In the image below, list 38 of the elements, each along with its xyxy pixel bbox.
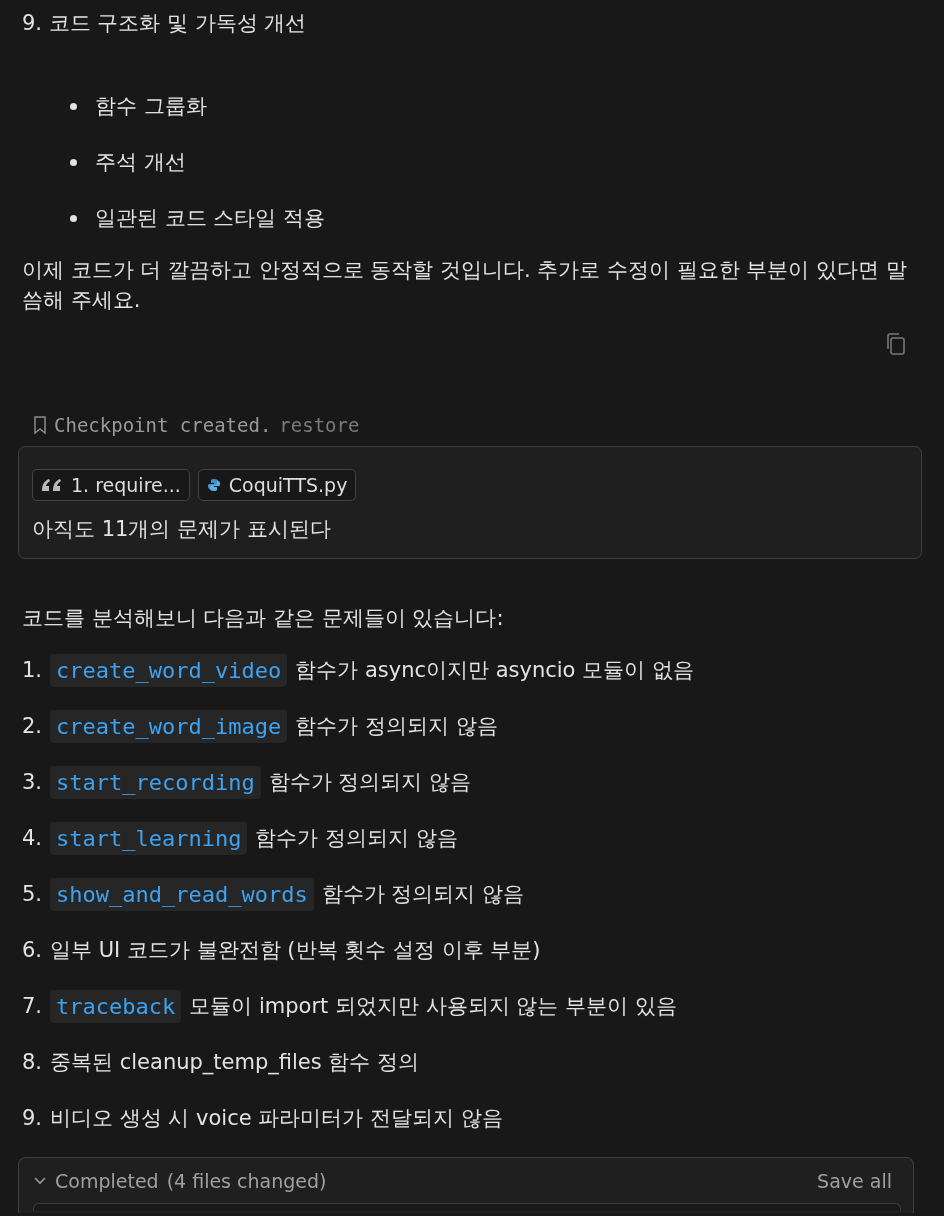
list-number: 5. bbox=[22, 880, 43, 908]
list-number: 9. bbox=[22, 1104, 43, 1132]
list-text: 함수가 정의되지 않음 bbox=[268, 768, 472, 796]
list-text: 함수가 async이지만 asyncio 모듈이 없음 bbox=[295, 656, 694, 684]
paragraph: 이제 코드가 더 깔끔하고 안정적으로 동작할 것입니다. 추가로 수정이 필요한 부분이 있다면 말씀해 주세요. bbox=[22, 257, 908, 314]
file-chip[interactable]: 1. require... bbox=[32, 468, 190, 501]
status-label: Completed bbox=[55, 1169, 159, 1194]
status-detail: (4 files changed) bbox=[166, 1169, 327, 1194]
list-item: 함수 그룹화 bbox=[95, 93, 207, 120]
list-text: 함수가 정의되지 않음 bbox=[321, 880, 525, 908]
message-text: 아직도 11개의 문제가 표시된다 bbox=[32, 516, 332, 543]
list-number: 6. bbox=[22, 936, 43, 964]
restore-link[interactable]: restore bbox=[279, 411, 360, 440]
list-text: 비디오 생성 시 voice 파라미터가 전달되지 않음 bbox=[50, 1104, 503, 1132]
list-item: 일관된 코드 스타일 적용 bbox=[95, 205, 326, 232]
list-text: 중복된 cleanup_temp_files 함수 정의 bbox=[50, 1048, 420, 1077]
list-item: 주석 개선 bbox=[95, 149, 186, 176]
list-text: 모듈이 import 되었지만 사용되지 않는 부분이 있음 bbox=[189, 992, 677, 1020]
inline-code: show_and_read_words bbox=[50, 878, 314, 911]
list-text: 함수가 정의되지 않음 bbox=[295, 712, 498, 740]
file-chip[interactable]: CoquiTTS.py bbox=[197, 468, 357, 501]
list-item: 9. 코드 구조화 및 가독성 개선 bbox=[22, 10, 308, 37]
inline-code: create_word_image bbox=[50, 710, 288, 743]
list-text: 함수가 정의되지 않음 bbox=[255, 824, 458, 852]
checkpoint-text: Checkpoint created. bbox=[54, 413, 272, 438]
inline-code: traceback bbox=[50, 990, 182, 1023]
list-number: 7. bbox=[22, 992, 43, 1020]
inline-code: start_learning bbox=[50, 822, 248, 855]
list-number: 2. bbox=[22, 712, 43, 740]
list-number: 1. bbox=[22, 656, 43, 684]
list-number: 8. bbox=[22, 1048, 43, 1076]
list-text: 일부 UI 코드가 불완전함 (반복 횟수 설정 이후 부분) bbox=[50, 936, 541, 964]
inline-code: create_word_video bbox=[50, 654, 288, 687]
list-number: 4. bbox=[22, 824, 43, 852]
save-all-button[interactable]: Save all bbox=[816, 1166, 893, 1197]
inline-code: start_recording bbox=[50, 766, 261, 799]
list-number: 3. bbox=[22, 768, 43, 796]
paragraph: 코드를 분석해보니 다음과 같은 문제들이 있습니다: bbox=[22, 605, 505, 632]
